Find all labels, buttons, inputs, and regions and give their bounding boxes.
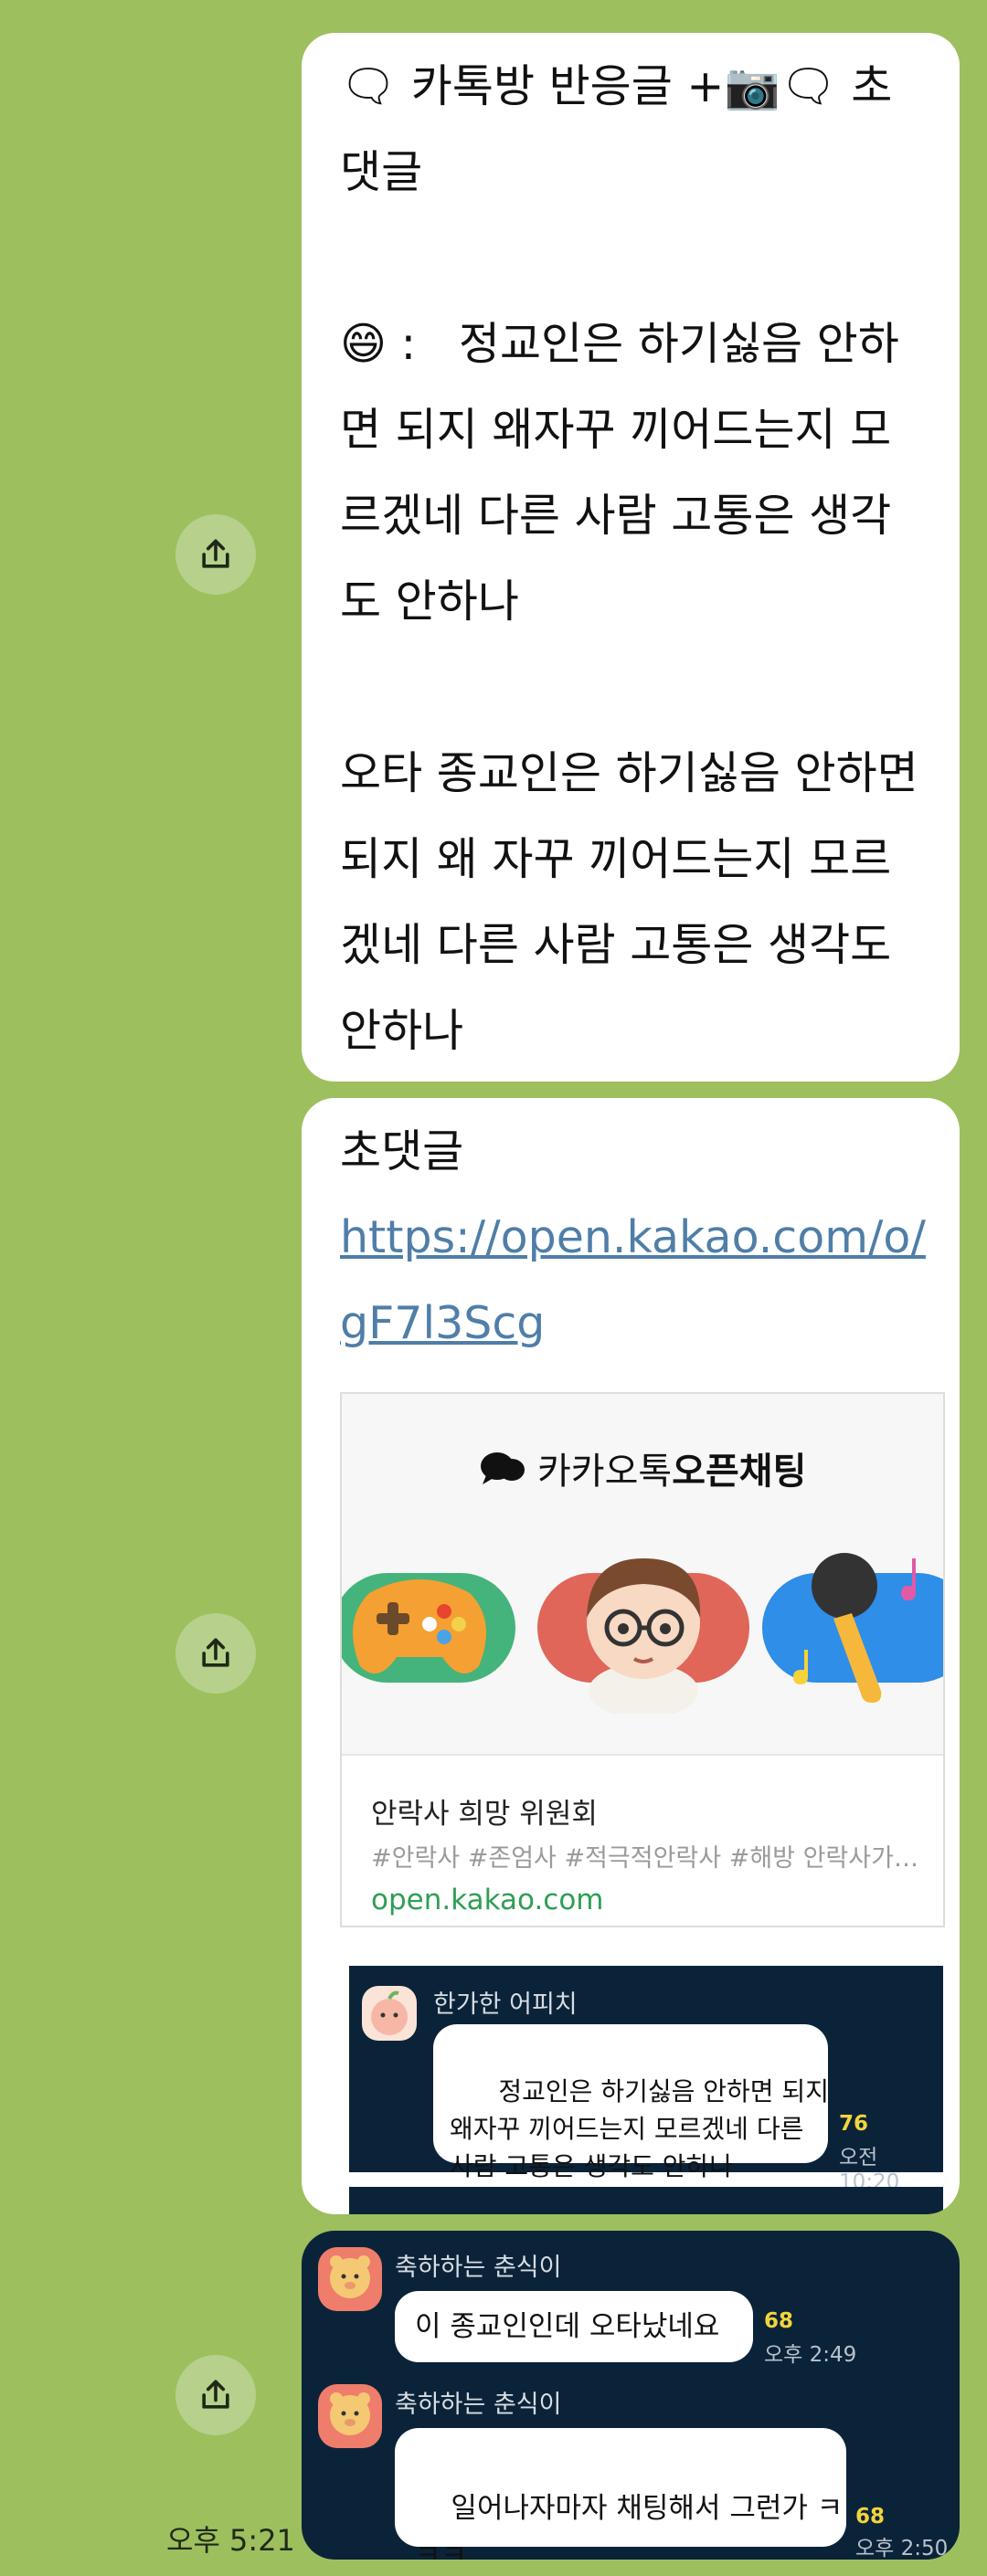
message-bubble[interactable]: 초댓글 https://open.kakao.com/o/gF7l3Scg 카카… bbox=[302, 1098, 960, 2214]
message-text: 🗨 카톡방 반응글 +📷🗨 초댓글 😄 : 정교인은 하기싫음 안하면 되지 왜… bbox=[340, 60, 918, 1057]
read-count: 76 bbox=[839, 2112, 869, 2136]
brand-prefix: 카카오톡 bbox=[537, 1451, 673, 1493]
card-description: #안락사 #존엄사 #적극적안락사 #해방 안락사가… bbox=[371, 1844, 918, 1873]
message-time: 오전 10:20 bbox=[839, 2146, 900, 2194]
choonsik-avatar bbox=[318, 2384, 382, 2448]
share-icon bbox=[202, 539, 229, 568]
message-time: 오후 2:49 bbox=[764, 2343, 857, 2367]
chat-screenshot-continued bbox=[349, 2187, 943, 2214]
sent-timestamp: 오후 5:21 bbox=[166, 2523, 295, 2558]
quoted-text: 정교인은 하기싫음 안하면 되지 왜자꾸 끼어드는지 모르겠네 다른 사람 고통… bbox=[450, 2076, 829, 2181]
message-time: 오후 2:50 bbox=[855, 2537, 949, 2560]
card-domain: open.kakao.com bbox=[371, 1884, 604, 1916]
screenshot-bubble[interactable]: 축하하는 춘식이 이 종교인인데 오타났네요 68 오후 2:49 축하하는 춘… bbox=[302, 2231, 960, 2560]
reply-bubble: 일어나자마자 채팅해서 그런가 ㅋ ㅋㅋ bbox=[395, 2428, 846, 2560]
card-title: 안락사 희망 위원회 bbox=[371, 1798, 598, 1831]
read-count: 68 bbox=[855, 2505, 886, 2528]
quoted-message: 정교인은 하기싫음 안하면 되지 왜자꾸 끼어드는지 모르겠네 다른 사람 고통… bbox=[433, 2024, 829, 2181]
reply-text: 일어나자마자 채팅해서 그런가 ㅋ ㅋㅋ bbox=[415, 2492, 844, 2560]
choonsik-avatar bbox=[318, 2247, 382, 2311]
brand-bold: 오픈채팅 bbox=[672, 1451, 807, 1493]
kakao-chat-icon bbox=[481, 1452, 525, 1484]
share-icon bbox=[202, 2380, 229, 2409]
character-icon bbox=[587, 1558, 701, 1714]
read-count: 68 bbox=[764, 2309, 794, 2333]
reply-bubble: 이 종교인인데 오타났네요 bbox=[395, 2291, 753, 2362]
link-preview-card[interactable]: 카카오톡 오픈채팅 안락사 희망 위원회 #안락사 #존엄사 #적극적안락사 #… bbox=[340, 1392, 945, 1927]
share-button[interactable] bbox=[175, 2355, 256, 2435]
sender-name: 한가한 어피치 bbox=[433, 1990, 578, 2019]
reply-text: 이 종교인인데 오타났네요 bbox=[415, 2310, 720, 2343]
kakao-openchat-logo: 카카오톡 오픈채팅 bbox=[477, 1441, 806, 1494]
game-controller-icon bbox=[353, 1579, 486, 1673]
share-button[interactable] bbox=[175, 1613, 256, 1694]
sender-name: 축하하는 춘식이 bbox=[395, 2254, 562, 2282]
share-button[interactable] bbox=[175, 514, 256, 595]
chat-screenshot[interactable]: 한가한 어피치 정교인은 하기싫음 안하면 되지 왜자꾸 끼어드는지 모르겠네 … bbox=[349, 1966, 943, 2194]
message-text: 초댓글 bbox=[340, 1125, 464, 1177]
sender-name: 축하하는 춘식이 bbox=[395, 2391, 562, 2419]
preview-banner: 카카오톡 오픈채팅 bbox=[342, 1394, 943, 1756]
message-bubble[interactable]: 🗨 카톡방 반응글 +📷🗨 초댓글 😄 : 정교인은 하기싫음 안하면 되지 왜… bbox=[302, 33, 960, 1082]
open-chat-link[interactable]: https://open.kakao.com/o/gF7l3Scg bbox=[340, 1195, 941, 1367]
microphone-icon bbox=[793, 1553, 916, 1703]
share-icon bbox=[202, 1638, 229, 1667]
apeach-avatar bbox=[362, 1986, 417, 2041]
